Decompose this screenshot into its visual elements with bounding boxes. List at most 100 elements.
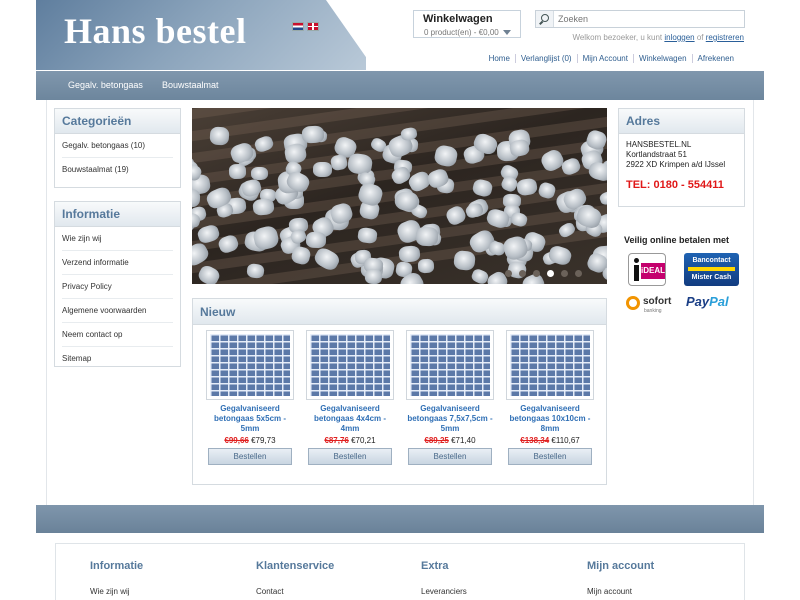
product-name[interactable]: Gegalvaniseerd betongaas 7,5x7,5cm - 5mm	[406, 404, 494, 434]
new-price: €79,73	[251, 436, 276, 445]
product-image[interactable]	[406, 330, 494, 400]
footer-column: Klantenservice Contact	[256, 560, 334, 596]
slider-dot[interactable]	[505, 270, 512, 277]
welcome-message: Welkom bezoeker, u kunt inloggen of regi…	[572, 33, 744, 42]
info-item[interactable]: Privacy Policy	[62, 275, 173, 299]
product-price: €99,66 €79,73	[206, 436, 294, 445]
product-card: Gegalvaniseerd betongaas 7,5x7,5cm - 5mm…	[406, 330, 494, 465]
footer-column-title: Klantenservice	[256, 560, 335, 572]
old-price: €87,76	[324, 436, 349, 445]
sofort-logo: sofort banking	[626, 294, 680, 314]
footer-link[interactable]: Contact	[256, 587, 334, 596]
product-price: €87,76 €70,21	[306, 436, 394, 445]
slider-dots	[505, 270, 582, 277]
slider-dot[interactable]	[575, 270, 582, 277]
new-products-title: Nieuw	[193, 299, 606, 325]
old-price: €89,25	[424, 436, 449, 445]
footer-link[interactable]: Wie zijn wij	[90, 587, 143, 596]
toplink-cart[interactable]: Winkelwagen	[632, 54, 692, 63]
info-item[interactable]: Wie zijn wij	[62, 227, 173, 251]
new-price: €70,21	[351, 436, 376, 445]
image-slider[interactable]	[192, 108, 607, 284]
footer-column: Informatie Wie zijn wij	[90, 560, 143, 596]
ideal-label: iDEAL	[641, 263, 665, 279]
old-price: €138,34	[520, 436, 550, 445]
search-icon[interactable]	[536, 11, 554, 27]
address-line: Kortlandstraat 51	[626, 150, 687, 159]
paypal-pay: Pay	[686, 294, 710, 309]
chevron-down-icon[interactable]	[503, 30, 511, 35]
order-button[interactable]: Bestellen	[508, 448, 592, 465]
slider-dot[interactable]	[519, 270, 526, 277]
info-box: Informatie Wie zijn wij Verzend informat…	[54, 201, 181, 367]
footer-column: Mijn account Mijn account	[587, 560, 654, 596]
cart-title: Winkelwagen	[423, 13, 493, 25]
info-item[interactable]: Algemene voorwaarden	[62, 299, 173, 323]
nav-item-betongaas[interactable]: Gegalv. betongaas	[68, 80, 143, 90]
paypal-logo: PayPal	[686, 294, 729, 309]
footer-column-title: Informatie	[90, 560, 144, 572]
product-price: €138,34 €110,67	[506, 436, 594, 445]
product-card: Gegalvaniseerd betongaas 10x10cm - 8mm €…	[506, 330, 594, 465]
order-button[interactable]: Bestellen	[308, 448, 392, 465]
order-button[interactable]: Bestellen	[408, 448, 492, 465]
footer: Informatie Wie zijn wij Klantenservice C…	[55, 543, 745, 600]
info-item[interactable]: Sitemap	[62, 347, 173, 370]
toplink-checkout[interactable]: Afrekenen	[691, 54, 739, 63]
register-link[interactable]: registreren	[706, 33, 744, 42]
product-name[interactable]: Gegalvaniseerd betongaas 4x4cm - 4mm	[306, 404, 394, 434]
slider-dot[interactable]	[533, 270, 540, 277]
product-image[interactable]	[306, 330, 394, 400]
address-line: HANSBESTEL.NL	[626, 140, 692, 149]
footer-column-title: Mijn account	[587, 560, 655, 572]
product-image[interactable]	[506, 330, 594, 400]
footer-column: Extra Leveranciers	[421, 560, 467, 596]
product-card: Gegalvaniseerd betongaas 4x4cm - 4mm €87…	[306, 330, 394, 465]
bancontact-label: Bancontact	[692, 257, 731, 264]
flag-nl-icon[interactable]	[292, 22, 304, 31]
login-link[interactable]: inloggen	[664, 33, 694, 42]
phone-number: TEL: 0180 - 554411	[626, 179, 724, 191]
ideal-logo: iDEAL	[628, 253, 666, 286]
slider-dot-active[interactable]	[547, 270, 554, 277]
new-price: €71,40	[451, 436, 476, 445]
info-item[interactable]: Verzend informatie	[62, 251, 173, 275]
footer-link[interactable]: Leveranciers	[421, 587, 467, 596]
toplink-account[interactable]: Mijn Account	[576, 54, 633, 63]
cart-dropdown[interactable]: Winkelwagen 0 product(en) - €0,00	[413, 10, 521, 38]
sofort-label: sofort	[643, 296, 672, 307]
old-price: €99,66	[224, 436, 249, 445]
categories-box: Categorieën Gegalv. betongaas (10) Bouws…	[54, 108, 181, 188]
address-box: Adres HANSBESTEL.NL Kortlandstraat 51 29…	[618, 108, 745, 207]
toplink-wishlist[interactable]: Verlanglijst (0)	[514, 54, 577, 63]
top-links: Home Verlanglijst (0) Mijn Account Winke…	[484, 54, 739, 63]
new-price: €110,67	[551, 436, 580, 445]
address-title: Adres	[619, 109, 744, 134]
product-name[interactable]: Gegalvaniseerd betongaas 10x10cm - 8mm	[506, 404, 594, 434]
order-button[interactable]: Bestellen	[208, 448, 292, 465]
product-price: €89,25 €71,40	[406, 436, 494, 445]
search-input[interactable]	[558, 12, 738, 26]
cart-summary: 0 product(en) - €0,00	[424, 28, 499, 37]
new-products-box: Nieuw Gegalvaniseerd betongaas 5x5cm - 5…	[192, 298, 607, 485]
toplink-home[interactable]: Home	[484, 54, 515, 63]
flag-en-icon[interactable]	[307, 22, 319, 31]
footer-column-title: Extra	[421, 560, 449, 572]
language-switcher	[292, 22, 319, 31]
welcome-or: of	[696, 33, 704, 42]
category-item[interactable]: Gegalv. betongaas (10)	[62, 134, 173, 158]
mistercash-label: Mister Cash	[691, 274, 732, 281]
info-title: Informatie	[55, 202, 180, 227]
product-image[interactable]	[206, 330, 294, 400]
product-card: Gegalvaniseerd betongaas 5x5cm - 5mm €99…	[206, 330, 294, 465]
site-logo[interactable]: Hans bestel	[64, 10, 247, 52]
nav-item-bouwstaalmat[interactable]: Bouwstaalmat	[162, 80, 219, 90]
slider-dot[interactable]	[561, 270, 568, 277]
category-item[interactable]: Bouwstaalmat (19)	[62, 158, 173, 181]
sofort-sub-label: banking	[644, 308, 662, 314]
product-name[interactable]: Gegalvaniseerd betongaas 5x5cm - 5mm	[206, 404, 294, 434]
site-header: Hans bestel Winkelwagen 0 product(en) - …	[0, 0, 800, 70]
welcome-text: Welkom bezoeker, u kunt	[572, 33, 663, 42]
footer-link[interactable]: Mijn account	[587, 587, 654, 596]
info-item[interactable]: Neem contact op	[62, 323, 173, 347]
